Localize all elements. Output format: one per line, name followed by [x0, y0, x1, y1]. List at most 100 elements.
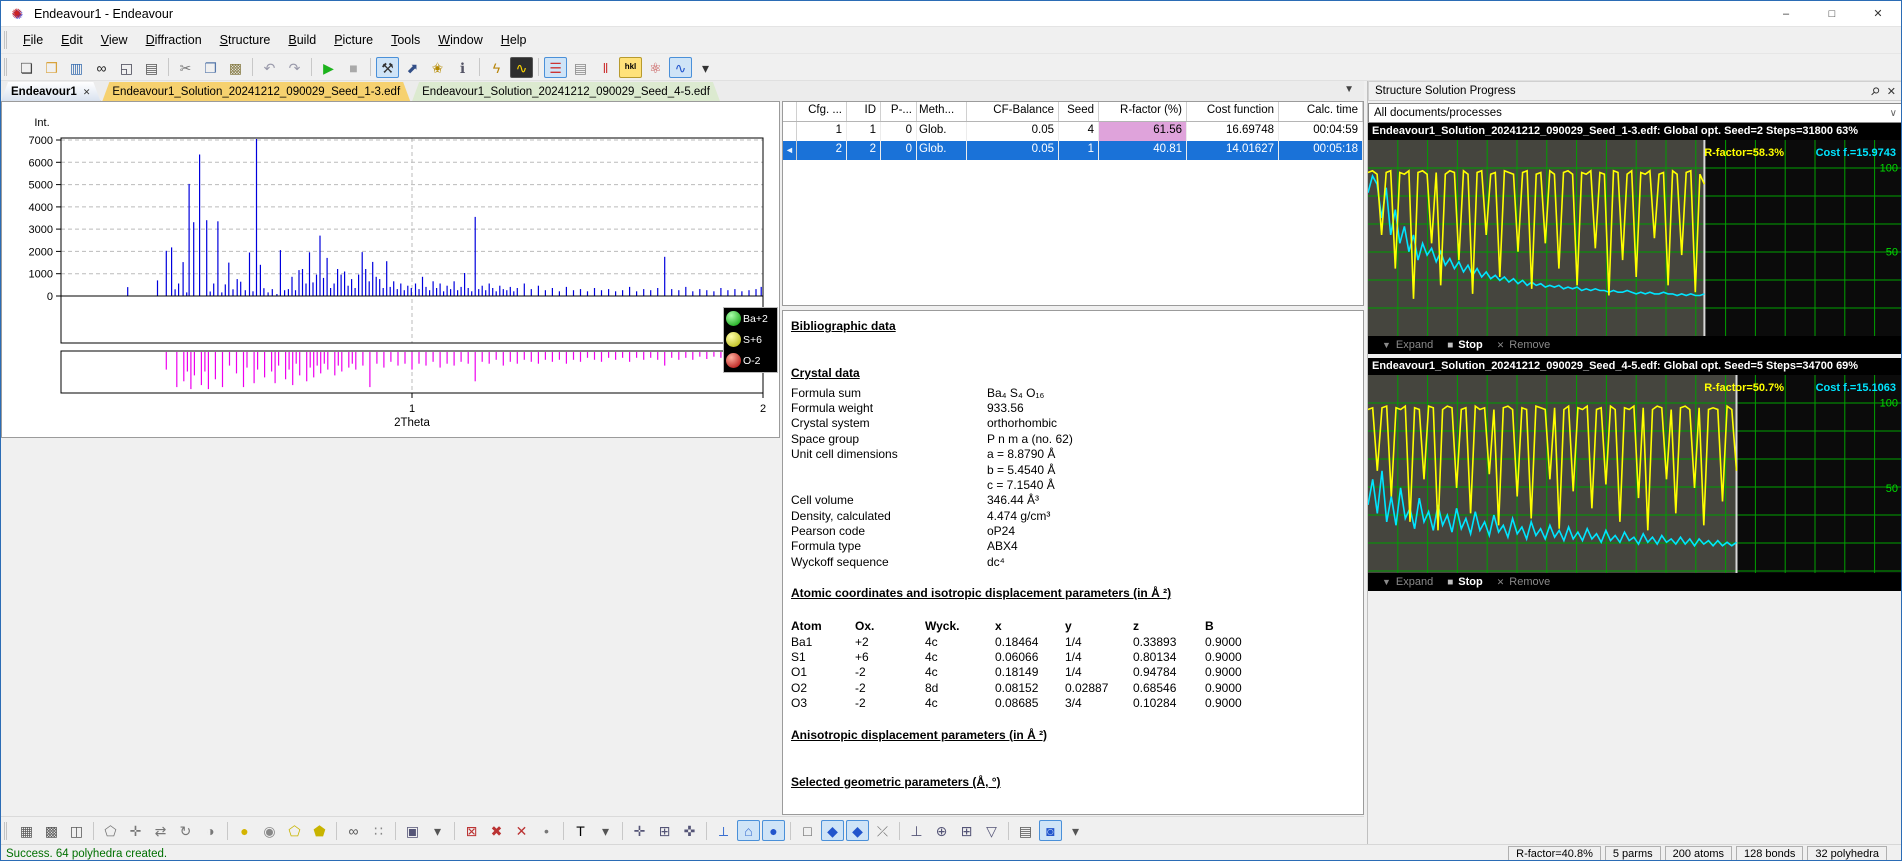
close-icon[interactable]: ✕	[1887, 85, 1896, 98]
expand-button[interactable]: ▼Expand	[1382, 576, 1433, 588]
column-header-meth[interactable]: Meth...	[917, 102, 967, 121]
add-atom-icon[interactable]: ✛	[124, 820, 147, 841]
tab-1[interactable]: Endeavour1✕	[1, 82, 100, 101]
rotate-fragment-icon[interactable]: ↻	[174, 820, 197, 841]
occupancy-icon[interactable]: ◑	[199, 820, 222, 841]
menu-help[interactable]: Help	[492, 29, 536, 51]
column-header-cost[interactable]: Cost function	[1187, 102, 1279, 121]
table-view-icon[interactable]: ▤	[1014, 820, 1037, 841]
new-file-icon[interactable]: ❏	[15, 57, 38, 78]
menu-edit[interactable]: Edit	[52, 29, 92, 51]
measure-origin-icon[interactable]: ⊕	[930, 820, 953, 841]
view-window-dropdown-icon[interactable]: ▾	[426, 820, 449, 841]
stop-icon[interactable]: ■	[342, 57, 365, 78]
home-view-icon[interactable]: ⌂	[737, 820, 760, 841]
paste-icon[interactable]: ▩	[224, 57, 247, 78]
stop-button[interactable]: ■Stop	[1447, 339, 1483, 351]
column-header-cfg[interactable]: Cfg. ...	[797, 102, 847, 121]
atom-style-icon[interactable]: ◉	[258, 820, 281, 841]
remove-labels-icon[interactable]: ⤫	[871, 820, 894, 841]
delete-bonds-icon[interactable]: ✖	[485, 820, 508, 841]
hkl-list-icon[interactable]: hkl	[619, 57, 642, 78]
close-button[interactable]: ✕	[1855, 1, 1901, 27]
print-preview-icon[interactable]: ◱	[115, 57, 138, 78]
slice-icon[interactable]: ◫	[65, 820, 88, 841]
molecule-view-icon[interactable]: ⚛	[644, 57, 667, 78]
center-view-icon[interactable]: ✛	[628, 820, 651, 841]
process-list-icon[interactable]: ☰	[544, 57, 567, 78]
filled-polyhedron-icon[interactable]: ⬟	[308, 820, 331, 841]
column-header-cf[interactable]: CF-Balance	[967, 102, 1059, 121]
menu-window[interactable]: Window	[429, 29, 491, 51]
table-row[interactable]: ◄220Glob.0.05140.8114.0162700:05:18	[783, 141, 1363, 160]
column-header-rf[interactable]: R-factor (%)	[1099, 102, 1187, 121]
print-icon[interactable]: ▤	[140, 57, 163, 78]
pattern-view-icon[interactable]: ∿	[669, 57, 692, 78]
cell-box-icon[interactable]: □	[796, 820, 819, 841]
column-header-time[interactable]: Calc. time	[1279, 102, 1363, 121]
polyhedra-render-alt-icon[interactable]: ◆	[846, 820, 869, 841]
yellow-atom-icon[interactable]: ●	[233, 820, 256, 841]
tab-close-icon[interactable]: ✕	[83, 83, 91, 101]
packing-icon[interactable]: ▩	[40, 820, 63, 841]
stop-button[interactable]: ■Stop	[1447, 576, 1483, 588]
open-file-icon[interactable]: ❒	[40, 57, 63, 78]
run-icon[interactable]: ▶	[317, 57, 340, 78]
polyhedra-render-icon[interactable]: ◆	[821, 820, 844, 841]
remove-button[interactable]: ✕Remove	[1497, 339, 1551, 351]
render-mode-icon[interactable]: ◙	[1039, 820, 1062, 841]
menu-build[interactable]: Build	[279, 29, 325, 51]
toolbar-more-icon[interactable]: ▾	[694, 57, 717, 78]
menu-tools[interactable]: Tools	[382, 29, 429, 51]
create-bonds-icon[interactable]: ∞	[342, 820, 365, 841]
tab-list-dropdown-icon[interactable]: ▼	[1344, 84, 1354, 95]
measure-perpendicular-icon[interactable]: ⊥	[905, 820, 928, 841]
axes-icon[interactable]: ⟂	[712, 820, 735, 841]
text-dropdown-icon[interactable]: ▾	[594, 820, 617, 841]
build-polyhedra-icon[interactable]: ▦	[15, 820, 38, 841]
process-filter-combobox[interactable]: All documents/processes ∨	[1368, 103, 1902, 123]
datasheet-icon[interactable]: ▤	[569, 57, 592, 78]
minimize-button[interactable]: –	[1763, 1, 1809, 27]
column-header-p[interactable]: P-...	[881, 102, 917, 121]
measure-plane-icon[interactable]: ▽	[980, 820, 1003, 841]
bond-pairs-icon[interactable]: ∷	[367, 820, 390, 841]
column-header-id[interactable]: ID	[847, 102, 881, 121]
tab-3[interactable]: Endeavour1_Solution_20241212_090029_Seed…	[412, 82, 720, 101]
render-dropdown-icon[interactable]: ▾	[1064, 820, 1087, 841]
wizard-icon[interactable]: ✬	[426, 57, 449, 78]
fit-view-icon[interactable]: ⊞	[653, 820, 676, 841]
delete-atoms-icon[interactable]: ⊠	[460, 820, 483, 841]
measure-grid-icon[interactable]: ⊞	[955, 820, 978, 841]
peaks-list-icon[interactable]: ‖	[594, 57, 617, 78]
menu-picture[interactable]: Picture	[325, 29, 382, 51]
open-polyhedron-icon[interactable]: ⬠	[283, 820, 306, 841]
quick-opt-icon[interactable]: ϟ	[485, 57, 508, 78]
save-file-icon[interactable]: ▥	[65, 57, 88, 78]
ball-mode-icon[interactable]: ●	[762, 820, 785, 841]
expand-button[interactable]: ▼Expand	[1382, 339, 1433, 351]
delete-polyhedra-icon[interactable]: ✕	[510, 820, 533, 841]
info-icon[interactable]: ℹ	[451, 57, 474, 78]
undo-icon[interactable]: ↶	[258, 57, 281, 78]
table-row[interactable]: 110Glob.0.05461.5616.6974800:04:59	[783, 122, 1363, 141]
swap-atoms-icon[interactable]: ⇄	[149, 820, 172, 841]
tab-2[interactable]: Endeavour1_Solution_20241212_090029_Seed…	[102, 82, 410, 101]
view-window-icon[interactable]: ▣	[401, 820, 424, 841]
remove-button[interactable]: ✕Remove	[1497, 576, 1551, 588]
find-icon[interactable]: ∞	[90, 57, 113, 78]
menu-file[interactable]: File	[14, 29, 52, 51]
profile-chart-icon[interactable]: ∿	[510, 57, 533, 78]
draw-polygon-icon[interactable]: ⬠	[99, 820, 122, 841]
menu-diffraction[interactable]: Diffraction	[137, 29, 211, 51]
pin-icon[interactable]: ⚲	[1867, 84, 1882, 99]
menu-view[interactable]: View	[92, 29, 137, 51]
menu-structure[interactable]: Structure	[211, 29, 280, 51]
redo-icon[interactable]: ↷	[283, 57, 306, 78]
solve-structure-icon[interactable]: ⚒	[376, 57, 399, 78]
pin-atom-icon[interactable]: •	[535, 820, 558, 841]
column-header-seed[interactable]: Seed	[1059, 102, 1099, 121]
maximize-button[interactable]: □	[1809, 1, 1855, 27]
cut-icon[interactable]: ✂	[174, 57, 197, 78]
pan-view-icon[interactable]: ✜	[678, 820, 701, 841]
